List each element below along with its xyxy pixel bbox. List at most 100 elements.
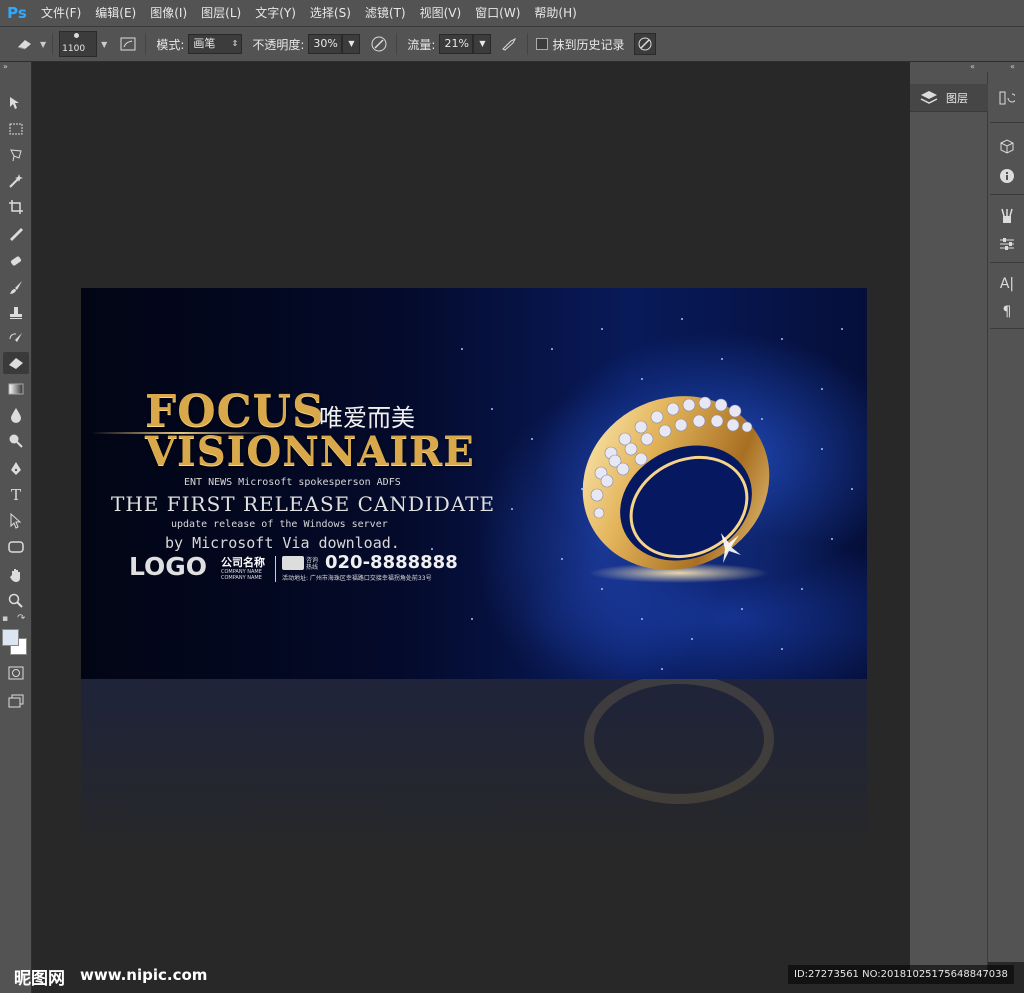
swap-colors-icon[interactable]: ↷ [17, 613, 25, 624]
screen-mode-icon[interactable] [3, 690, 29, 712]
menu-type[interactable]: 文字(Y) [248, 0, 303, 27]
path-selection-tool-icon[interactable] [3, 510, 29, 532]
menu-help[interactable]: 帮助(H) [527, 0, 583, 27]
character-panel-icon[interactable]: A| [995, 272, 1019, 296]
divider [145, 33, 147, 55]
collapse-double-chevron-icon[interactable]: » [0, 62, 32, 72]
mode-updown-icon: ⇕ [231, 39, 239, 48]
magic-wand-tool-icon[interactable] [3, 170, 29, 192]
menu-filter[interactable]: 滤镜(T) [358, 0, 413, 27]
history-brush-tool-icon[interactable] [3, 328, 29, 350]
banner-line-update: update release of the Windows server [171, 519, 388, 530]
mode-select[interactable]: 画笔 ⇕ [188, 34, 243, 54]
healing-brush-tool-icon[interactable] [3, 250, 29, 272]
shape-tool-icon[interactable] [3, 536, 29, 558]
banner-line-news: ENT NEWS Microsoft spokesperson ADFS [184, 477, 401, 488]
paragraph-panel-icon[interactable]: ¶ [995, 300, 1019, 324]
erase-to-history-label: 抹到历史记录 [552, 37, 625, 52]
document-canvas[interactable]: FOCUS 唯爱而美 VISIONNAIRE ENT NEWS Microsof… [81, 288, 867, 679]
divider [527, 33, 529, 55]
dodge-tool-icon[interactable] [3, 430, 29, 452]
company-name-en-2: COMPANY NAME [221, 575, 262, 581]
lasso-tool-icon[interactable] [3, 144, 29, 166]
quick-mask-icon[interactable] [3, 662, 29, 684]
mode-label: 模式: [156, 37, 185, 52]
hand-tool-icon[interactable] [3, 564, 29, 586]
right-panel-dock: « « 图层 A| ¶ [910, 62, 1024, 972]
menu-file[interactable]: 文件(F) [34, 0, 88, 27]
brush-size-chevron-down-icon[interactable]: ▼ [101, 40, 107, 49]
menu-view[interactable]: 视图(V) [413, 0, 469, 27]
watermark-bar: 昵图网 www.nipic.com ID:27273561 NO:2018102… [0, 962, 1024, 993]
layers-panel-tab[interactable]: 图层 [910, 84, 988, 112]
gradient-tool-icon[interactable] [3, 378, 29, 400]
pen-tool-icon[interactable] [3, 458, 29, 480]
watermark-site-cn: 昵图网 [14, 969, 65, 989]
pressure-size-icon[interactable] [634, 33, 657, 55]
opacity-chevron-down-icon[interactable]: ▼ [342, 34, 361, 54]
collapse-double-chevron-icon[interactable]: « [970, 62, 975, 71]
menu-layer[interactable]: 图层(L) [194, 0, 248, 27]
flow-label: 流量: [407, 37, 436, 52]
brush-panel-icon[interactable] [117, 33, 139, 55]
divider [990, 262, 1024, 263]
divider [52, 33, 54, 55]
gold-ring-image [582, 396, 770, 583]
tools-panel: » T ▪ ↷ [0, 62, 32, 993]
divider [990, 194, 1024, 195]
collapse-double-chevron-icon[interactable]: « [1010, 62, 1015, 71]
airbrush-icon[interactable] [499, 33, 521, 55]
clone-stamp-tool-icon[interactable] [3, 302, 29, 324]
layers-tab-label: 图层 [946, 91, 968, 105]
history-panel-icon[interactable] [995, 86, 1019, 110]
photoshop-logo: Ps [7, 4, 27, 22]
hotline-label-2: 热线 [306, 564, 319, 571]
foreground-color-swatch[interactable] [2, 629, 19, 646]
eyedropper-tool-icon[interactable] [3, 222, 29, 244]
marquee-tool-icon[interactable] [3, 118, 29, 140]
info-icon[interactable] [995, 164, 1019, 188]
company-name-cn: 公司名称 [221, 556, 265, 569]
brush-size-value: 1100 [62, 44, 86, 54]
divider [990, 328, 1024, 329]
eraser-tool-preset-icon[interactable] [14, 33, 36, 55]
watermark-site-url: www.nipic.com [80, 966, 208, 984]
blur-tool-icon[interactable] [3, 404, 29, 426]
brush-tool-icon[interactable] [3, 276, 29, 298]
menu-window[interactable]: 窗口(W) [468, 0, 527, 27]
brush-presets-icon[interactable] [995, 204, 1019, 228]
banner-address: 活动地址: 广州市海珠区幸福路口交接幸福拐角处前33号 [282, 575, 432, 582]
hotline-phone: 020-8888888 [325, 552, 458, 573]
banner-divider [275, 556, 276, 582]
opacity-label: 不透明度: [252, 37, 305, 52]
eraser-tool-icon[interactable] [3, 352, 29, 374]
erase-to-history-checkbox[interactable] [536, 38, 549, 50]
banner-line-release: THE FIRST RELEASE CANDIDATE [111, 492, 496, 516]
brush-tip-icon [74, 33, 80, 38]
menu-bar: Ps 文件(F) 编辑(E) 图像(I) 图层(L) 文字(Y) 选择(S) 滤… [0, 0, 1024, 27]
menu-image[interactable]: 图像(I) [143, 0, 194, 27]
flow-chevron-down-icon[interactable]: ▼ [473, 34, 492, 54]
pressure-opacity-icon[interactable] [368, 33, 390, 55]
opacity-input[interactable]: 30% [308, 34, 343, 54]
mode-value: 画笔 [193, 37, 216, 50]
3d-panel-icon[interactable] [995, 134, 1019, 158]
ring-reflection [584, 679, 774, 804]
adjustments-icon[interactable] [995, 232, 1019, 256]
preset-chevron-down-icon[interactable]: ▼ [40, 40, 46, 49]
menu-select[interactable]: 选择(S) [303, 0, 358, 27]
banner-logo-text: LOGO [129, 552, 208, 581]
zoom-tool-icon[interactable] [3, 590, 29, 612]
phone-icon [282, 556, 304, 570]
collapsed-layers-panel: 图层 [910, 72, 988, 972]
banner-line-download: by Microsoft Via download. [165, 534, 400, 552]
brush-size-picker[interactable]: 1100 [59, 31, 98, 57]
watermark-id: ID:27273561 NO:20181025175648847038 [788, 965, 1014, 984]
options-bar: ▼ 1100 ▼ 模式: 画笔 ⇕ 不透明度: 30% ▼ 流量: 21% ▼ … [0, 27, 1024, 62]
flow-input[interactable]: 21% [439, 34, 474, 54]
move-tool-icon[interactable] [3, 92, 29, 114]
menu-edit[interactable]: 编辑(E) [88, 0, 143, 27]
default-colors-icon[interactable]: ▪ [2, 614, 8, 624]
type-tool-icon[interactable]: T [3, 484, 29, 506]
crop-tool-icon[interactable] [3, 196, 29, 218]
